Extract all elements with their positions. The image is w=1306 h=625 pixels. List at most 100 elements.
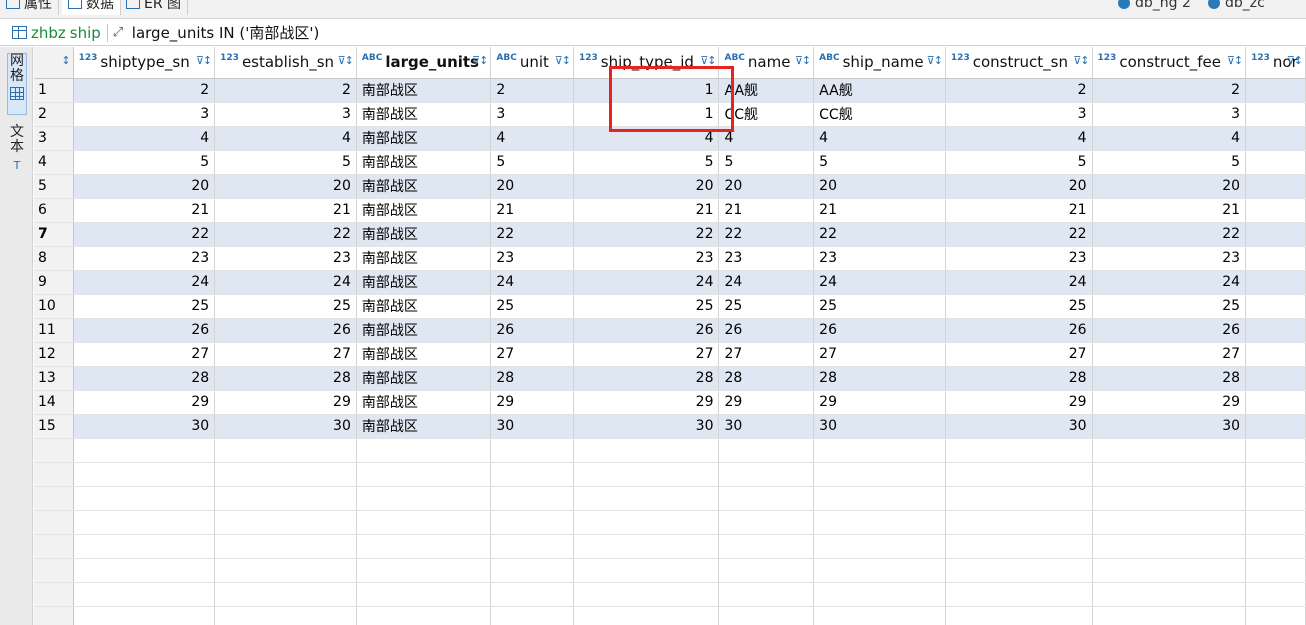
cell-name[interactable]: 24	[718, 270, 815, 295]
cell-ship-name[interactable]: 26	[813, 318, 946, 343]
cell-unit[interactable]: 3	[490, 102, 574, 127]
cell-ship-type-id[interactable]: 1	[573, 102, 720, 127]
cell-shiptype-sn[interactable]: 3	[73, 102, 216, 127]
cell-ship-name[interactable]: 29	[813, 390, 946, 415]
cell-construct-sn[interactable]: 22	[945, 222, 1093, 247]
connection-db-ng[interactable]: db_ng 2	[1118, 0, 1191, 15]
cell-ship-type-id[interactable]: 27	[573, 342, 720, 367]
row-number[interactable]: 15	[34, 414, 74, 439]
cell-name[interactable]: 4	[718, 126, 815, 151]
cell-ship-name[interactable]: 28	[813, 366, 946, 391]
cell-ship-type-id[interactable]: 22	[573, 222, 720, 247]
cell-construct-sn[interactable]: 25	[945, 294, 1093, 319]
cell-ship-name[interactable]: 22	[813, 222, 946, 247]
cell-shiptype-sn[interactable]: 29	[73, 390, 216, 415]
cell-construct-sn[interactable]: 26	[945, 318, 1093, 343]
table-reference[interactable]: zhbz ship	[0, 24, 101, 42]
cell-construct-fee[interactable]: 21	[1092, 198, 1247, 223]
cell-ship-name[interactable]: 27	[813, 342, 946, 367]
cell-unit[interactable]: 21	[490, 198, 574, 223]
column-header-name[interactable]: ABC name ⊽↕	[718, 47, 815, 79]
table-row[interactable]: 1 2 2 南部战区 2 1 AA舰 AA舰 2 2	[34, 78, 1306, 103]
cell-shiptype-sn[interactable]: 20	[73, 174, 216, 199]
cell-nor[interactable]	[1245, 294, 1306, 319]
row-number[interactable]: 12	[34, 342, 74, 367]
cell-establish-sn[interactable]: 22	[214, 222, 357, 247]
cell-shiptype-sn[interactable]: 26	[73, 318, 216, 343]
cell-unit[interactable]: 5	[490, 150, 574, 175]
cell-shiptype-sn[interactable]: 22	[73, 222, 216, 247]
cell-construct-fee[interactable]: 5	[1092, 150, 1247, 175]
row-number[interactable]: 11	[34, 318, 74, 343]
cell-nor[interactable]	[1245, 246, 1306, 271]
cell-large-units[interactable]: 南部战区	[356, 366, 492, 391]
cell-unit[interactable]: 28	[490, 366, 574, 391]
cell-establish-sn[interactable]: 20	[214, 174, 357, 199]
cell-name[interactable]: 20	[718, 174, 815, 199]
filter-sort-icon[interactable]: ⊽↕	[700, 54, 716, 67]
cell-construct-sn[interactable]: 24	[945, 270, 1093, 295]
cell-name[interactable]: 5	[718, 150, 815, 175]
cell-shiptype-sn[interactable]: 30	[73, 414, 216, 439]
cell-nor[interactable]	[1245, 366, 1306, 391]
cell-ship-type-id[interactable]: 29	[573, 390, 720, 415]
cell-construct-sn[interactable]: 5	[945, 150, 1093, 175]
cell-nor[interactable]	[1245, 414, 1306, 439]
cell-construct-sn[interactable]: 23	[945, 246, 1093, 271]
cell-ship-type-id[interactable]: 25	[573, 294, 720, 319]
cell-establish-sn[interactable]: 28	[214, 366, 357, 391]
cell-large-units[interactable]: 南部战区	[356, 174, 492, 199]
cell-nor[interactable]	[1245, 198, 1306, 223]
tab-er-diagram[interactable]: ER 图	[120, 0, 189, 15]
cell-ship-name[interactable]: 25	[813, 294, 946, 319]
cell-establish-sn[interactable]: 30	[214, 414, 357, 439]
cell-establish-sn[interactable]: 21	[214, 198, 357, 223]
column-header-construct-sn[interactable]: 123 construct_sn ⊽↕	[945, 47, 1093, 79]
cell-construct-fee[interactable]: 20	[1092, 174, 1247, 199]
table-row[interactable]: 14 29 29 南部战区 29 29 29 29 29 29	[34, 390, 1306, 415]
table-row[interactable]: 15 30 30 南部战区 30 30 30 30 30 30	[34, 414, 1306, 439]
cell-construct-sn[interactable]: 4	[945, 126, 1093, 151]
side-tab-grid[interactable]: 网格	[7, 53, 27, 115]
cell-shiptype-sn[interactable]: 23	[73, 246, 216, 271]
row-number[interactable]: 3	[34, 126, 74, 151]
tab-properties[interactable]: 属性	[0, 0, 59, 15]
filter-sort-icon[interactable]: ⊽↕	[1287, 54, 1303, 67]
cell-construct-fee[interactable]: 27	[1092, 342, 1247, 367]
cell-construct-fee[interactable]: 4	[1092, 126, 1247, 151]
cell-ship-type-id[interactable]: 1	[573, 78, 720, 103]
row-number[interactable]: 5	[34, 174, 74, 199]
cell-ship-type-id[interactable]: 20	[573, 174, 720, 199]
cell-establish-sn[interactable]: 27	[214, 342, 357, 367]
cell-establish-sn[interactable]: 4	[214, 126, 357, 151]
cell-shiptype-sn[interactable]: 5	[73, 150, 216, 175]
cell-unit[interactable]: 22	[490, 222, 574, 247]
cell-large-units[interactable]: 南部战区	[356, 318, 492, 343]
cell-ship-name[interactable]: 20	[813, 174, 946, 199]
cell-nor[interactable]	[1245, 126, 1306, 151]
cell-shiptype-sn[interactable]: 25	[73, 294, 216, 319]
cell-ship-name[interactable]: 4	[813, 126, 946, 151]
cell-large-units[interactable]: 南部战区	[356, 198, 492, 223]
cell-nor[interactable]	[1245, 150, 1306, 175]
cell-shiptype-sn[interactable]: 28	[73, 366, 216, 391]
cell-construct-sn[interactable]: 20	[945, 174, 1093, 199]
cell-unit[interactable]: 25	[490, 294, 574, 319]
filter-sort-icon[interactable]: ⊽↕	[1227, 54, 1243, 67]
column-header-ship-name[interactable]: ABC ship_name ⊽↕	[813, 47, 946, 79]
cell-construct-sn[interactable]: 30	[945, 414, 1093, 439]
cell-name[interactable]: 22	[718, 222, 815, 247]
filter-expression[interactable]: large_units IN ('南部战区')	[132, 22, 320, 43]
column-header-shiptype-sn[interactable]: 123 shiptype_sn ⊽↕	[73, 47, 216, 79]
filter-sort-icon[interactable]: ⊽↕	[1073, 54, 1089, 67]
cell-nor[interactable]	[1245, 174, 1306, 199]
filter-sort-icon[interactable]: ⊽↕	[338, 54, 354, 67]
cell-name[interactable]: CC舰	[718, 102, 815, 127]
cell-shiptype-sn[interactable]: 21	[73, 198, 216, 223]
cell-establish-sn[interactable]: 29	[214, 390, 357, 415]
cell-establish-sn[interactable]: 24	[214, 270, 357, 295]
column-header-establish-sn[interactable]: 123 establish_sn ⊽↕	[214, 47, 357, 79]
column-header-large-units[interactable]: ABC large_units ⊽↕	[356, 47, 492, 79]
cell-ship-name[interactable]: 24	[813, 270, 946, 295]
cell-construct-sn[interactable]: 28	[945, 366, 1093, 391]
